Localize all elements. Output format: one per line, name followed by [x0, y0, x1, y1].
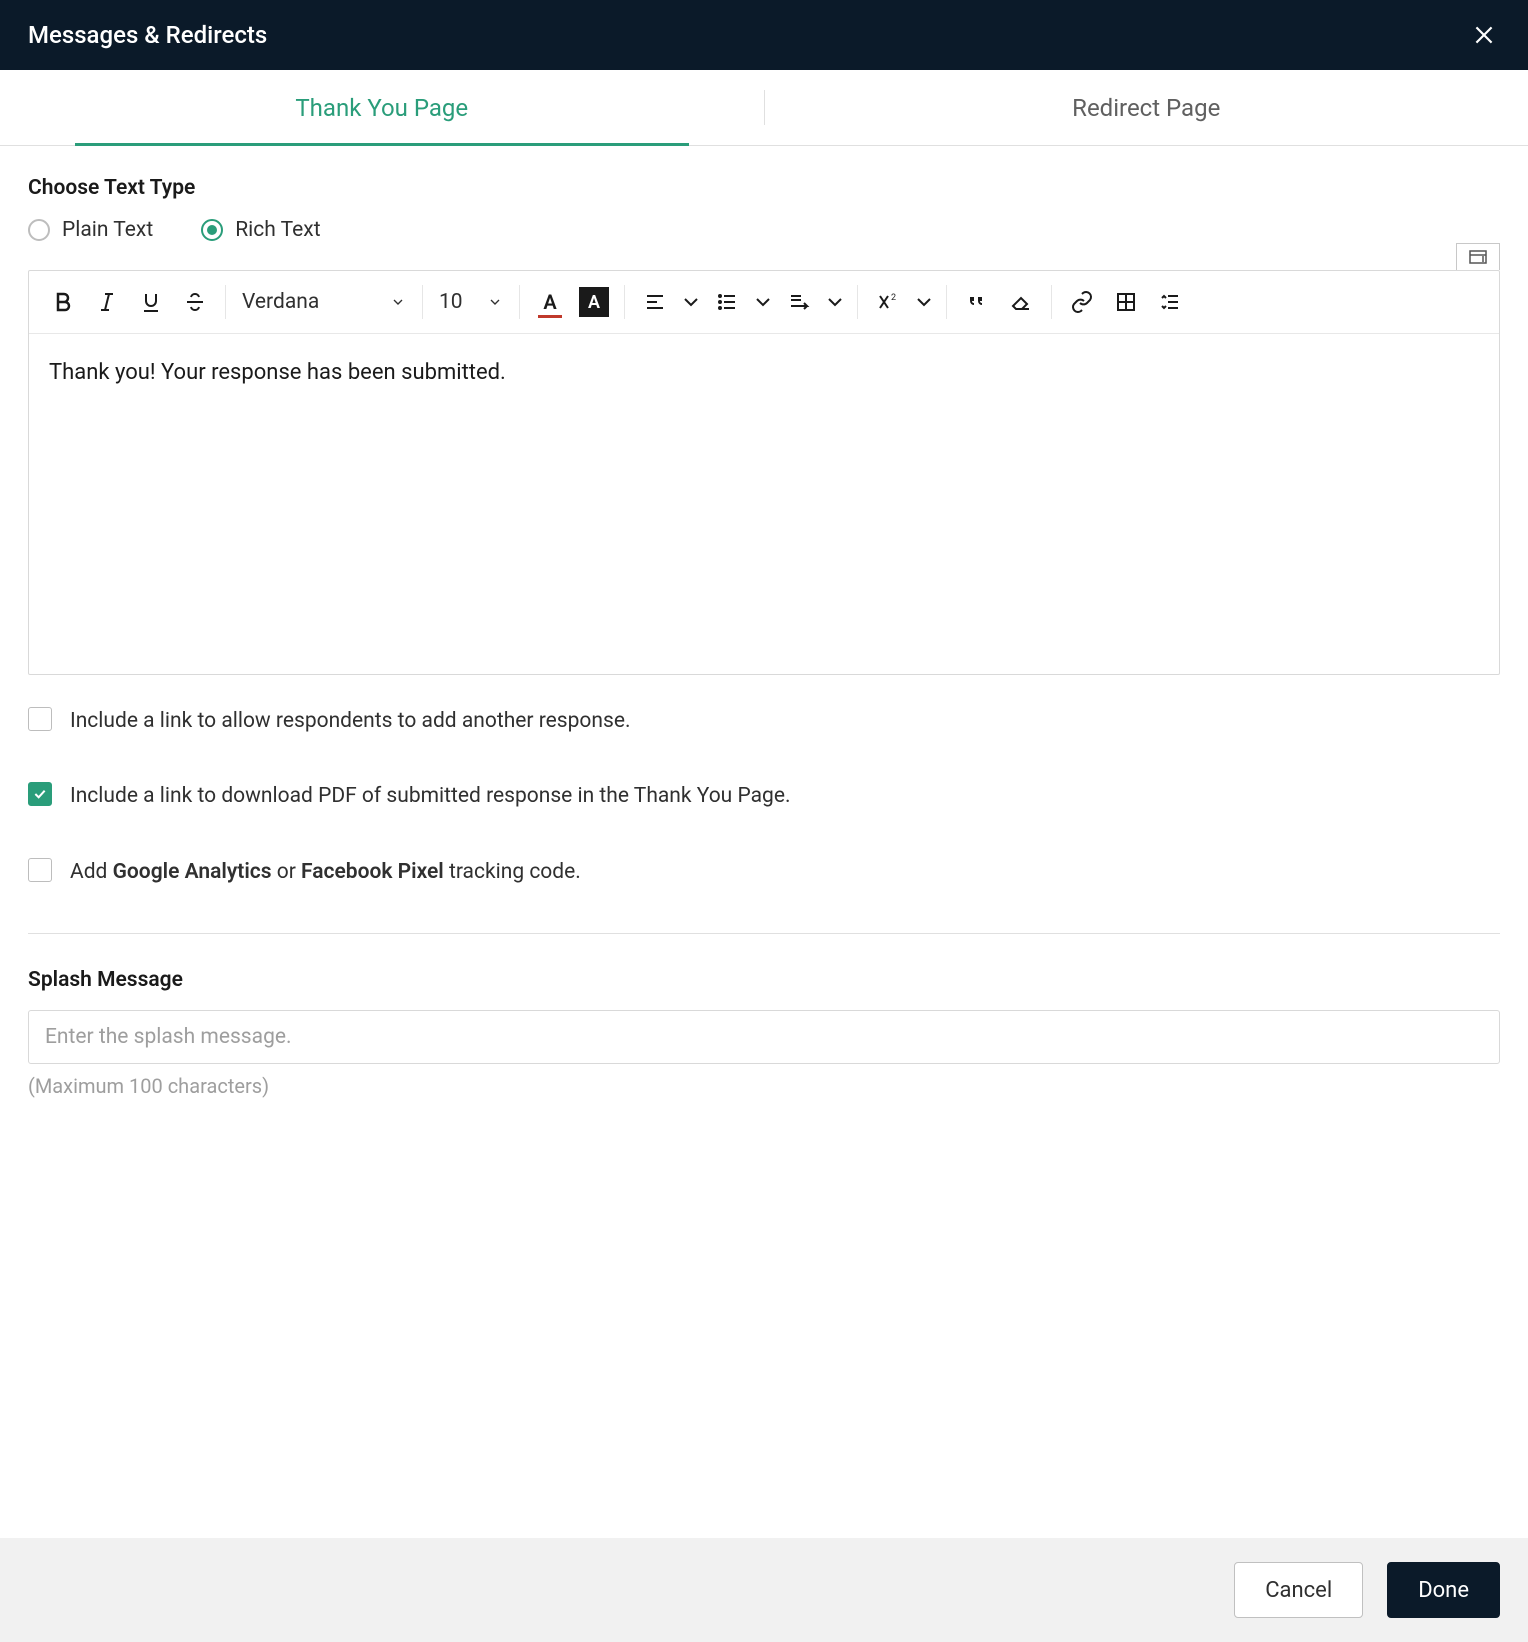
clear-format-button[interactable]: [999, 280, 1043, 324]
checkbox-label: Add Google Analytics or Facebook Pixel t…: [70, 858, 581, 887]
dialog-title: Messages & Redirects: [28, 21, 267, 49]
text-type-label: Choose Text Type: [28, 176, 1500, 200]
text-type-radio-group: Plain Text Rich Text: [28, 218, 1500, 242]
underline-button[interactable]: [129, 280, 173, 324]
toolbar-separator: [857, 285, 858, 319]
font-color-swatch: [538, 315, 562, 318]
chevron-down-icon: [390, 294, 406, 310]
checkbox-tracking-code[interactable]: Add Google Analytics or Facebook Pixel t…: [28, 858, 1500, 887]
link-button[interactable]: [1060, 280, 1104, 324]
done-button[interactable]: Done: [1387, 1562, 1500, 1618]
checkbox-add-another-response[interactable]: Include a link to allow respondents to a…: [28, 707, 1500, 736]
font-color-icon: A: [543, 290, 556, 314]
chevron-down-icon: [751, 290, 775, 314]
checkbox-label: Include a link to download PDF of submit…: [70, 782, 791, 811]
font-family-value: Verdana: [242, 290, 319, 314]
editor-expand-button[interactable]: [1456, 243, 1500, 270]
tab-redirect-page[interactable]: Redirect Page: [765, 70, 1528, 145]
align-left-icon: [643, 290, 667, 314]
checkbox-icon: [28, 782, 52, 806]
text-direction-icon: [787, 290, 811, 314]
eraser-icon: [1009, 290, 1033, 314]
blockquote-button[interactable]: [955, 280, 999, 324]
toolbar-separator: [225, 285, 226, 319]
dialog-header: Messages & Redirects: [0, 0, 1528, 70]
toolbar-separator: [624, 285, 625, 319]
chevron-down-icon: [487, 294, 503, 310]
chevron-down-icon: [679, 290, 703, 314]
radio-rich-text[interactable]: Rich Text: [201, 218, 320, 242]
list-icon: [715, 290, 739, 314]
radio-label-rich: Rich Text: [235, 218, 320, 242]
section-divider: [28, 933, 1500, 934]
checkbox-icon: [28, 858, 52, 882]
font-family-select[interactable]: Verdana: [234, 290, 414, 314]
toolbar-separator: [946, 285, 947, 319]
font-size-value: 10: [439, 290, 463, 314]
tab-bar: Thank You Page Redirect Page: [0, 70, 1528, 146]
checkbox-label: Include a link to allow respondents to a…: [70, 707, 631, 736]
bold-icon: [51, 290, 75, 314]
splash-message-label: Splash Message: [28, 968, 1500, 992]
table-icon: [1114, 290, 1138, 314]
line-height-button[interactable]: [1148, 280, 1192, 324]
italic-icon: [95, 290, 119, 314]
radio-plain-text[interactable]: Plain Text: [28, 218, 153, 242]
rich-text-editor: Verdana 10 A A: [28, 270, 1500, 675]
highlight-icon: A: [579, 287, 609, 317]
chevron-down-icon: [823, 290, 847, 314]
font-size-select[interactable]: 10: [431, 290, 511, 314]
rich-text-editor-wrap: Verdana 10 A A: [28, 270, 1500, 675]
line-height-icon: [1158, 290, 1182, 314]
check-icon: [32, 786, 48, 802]
list-button[interactable]: [705, 280, 777, 324]
content-area: Choose Text Type Plain Text Rich Text Ve…: [0, 146, 1528, 1538]
splash-message-hint: (Maximum 100 characters): [28, 1074, 1500, 1098]
quote-icon: [965, 290, 989, 314]
link-icon: [1070, 290, 1094, 314]
svg-text:2: 2: [891, 293, 896, 303]
toolbar-separator: [422, 285, 423, 319]
expand-icon: [1469, 250, 1487, 264]
tab-thank-you-page[interactable]: Thank You Page: [0, 70, 764, 145]
table-button[interactable]: [1104, 280, 1148, 324]
italic-button[interactable]: [85, 280, 129, 324]
toolbar-separator: [519, 285, 520, 319]
radio-label-plain: Plain Text: [62, 218, 153, 242]
toolbar-separator: [1051, 285, 1052, 319]
underline-icon: [139, 290, 163, 314]
font-color-button[interactable]: A: [528, 280, 572, 324]
radio-icon: [28, 219, 50, 241]
close-icon: [1471, 22, 1497, 48]
highlight-button[interactable]: A: [572, 280, 616, 324]
chevron-down-icon: [912, 290, 936, 314]
align-button[interactable]: [633, 280, 705, 324]
text-direction-button[interactable]: [777, 280, 849, 324]
superscript-icon: 2: [876, 290, 900, 314]
dialog-footer: Cancel Done: [0, 1538, 1528, 1642]
script-button[interactable]: 2: [866, 280, 938, 324]
close-button[interactable]: [1468, 19, 1500, 51]
checkbox-icon: [28, 707, 52, 731]
editor-content[interactable]: Thank you! Your response has been submit…: [29, 334, 1499, 674]
radio-icon: [201, 219, 223, 241]
bold-button[interactable]: [41, 280, 85, 324]
strikethrough-button[interactable]: [173, 280, 217, 324]
strikethrough-icon: [183, 290, 207, 314]
checkbox-download-pdf[interactable]: Include a link to download PDF of submit…: [28, 782, 1500, 811]
editor-toolbar: Verdana 10 A A: [29, 271, 1499, 334]
cancel-button[interactable]: Cancel: [1234, 1562, 1363, 1618]
splash-message-input[interactable]: [28, 1010, 1500, 1064]
